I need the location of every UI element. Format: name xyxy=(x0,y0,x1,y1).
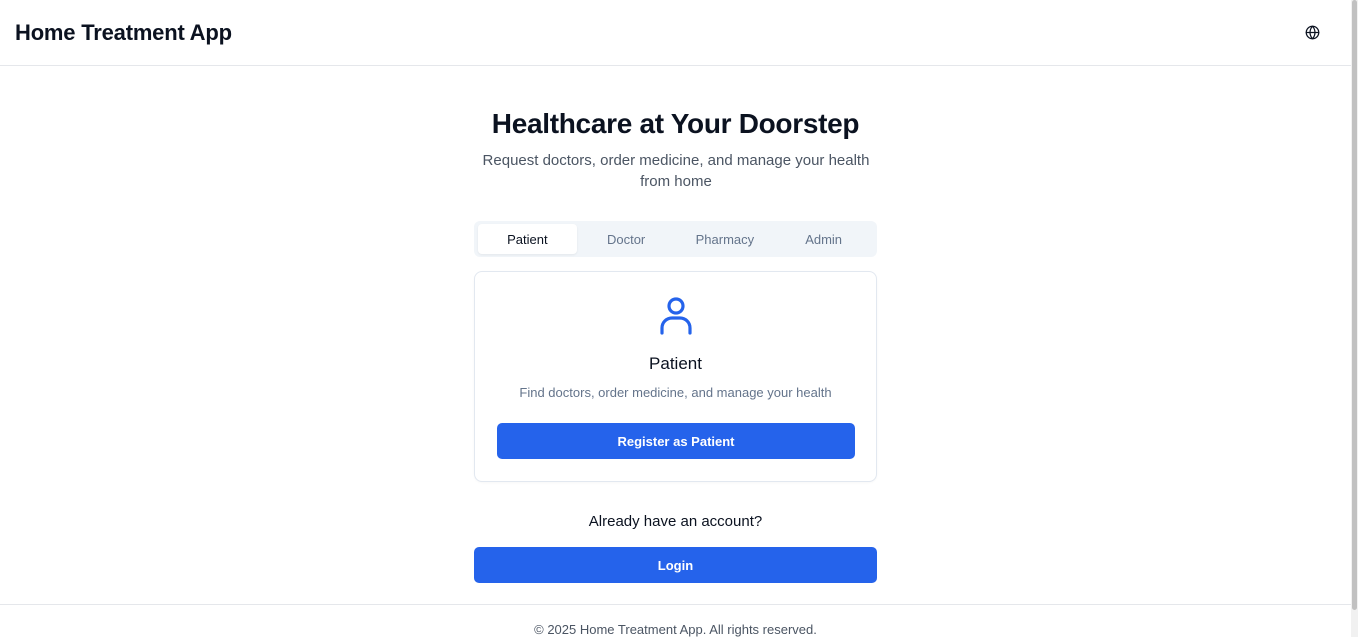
login-button[interactable]: Login xyxy=(474,547,877,583)
language-button[interactable] xyxy=(1303,24,1321,42)
globe-icon xyxy=(1305,25,1319,40)
tab-pharmacy[interactable]: Pharmacy xyxy=(676,224,775,254)
scrollbar[interactable] xyxy=(1351,0,1358,637)
tab-admin[interactable]: Admin xyxy=(774,224,873,254)
page-title: Healthcare at Your Doorstep xyxy=(491,108,860,139)
role-card: Patient Find doctors, order medicine, an… xyxy=(474,271,877,482)
page-subtitle: Request doctors, order medicine, and man… xyxy=(482,152,870,190)
tab-patient[interactable]: Patient xyxy=(478,224,577,254)
register-button[interactable]: Register as Patient xyxy=(497,423,855,459)
role-card-description: Find doctors, order medicine, and manage… xyxy=(519,385,832,400)
role-card-title: Patient xyxy=(649,354,702,373)
role-tabs: Patient Doctor Pharmacy Admin xyxy=(474,221,877,257)
top-header: Home Treatment App xyxy=(0,0,1351,66)
copyright-text: © 2025 Home Treatment App. All rights re… xyxy=(534,622,817,637)
user-icon xyxy=(660,297,692,335)
account-prompt: Already have an account? xyxy=(588,513,763,530)
tab-doctor[interactable]: Doctor xyxy=(577,224,676,254)
footer: © 2025 Home Treatment App. All rights re… xyxy=(0,604,1351,637)
scrollbar-thumb[interactable] xyxy=(1352,0,1357,610)
app-title: Home Treatment App xyxy=(15,19,232,45)
page: Home Treatment App Healthcare at Your Do… xyxy=(0,0,1358,637)
